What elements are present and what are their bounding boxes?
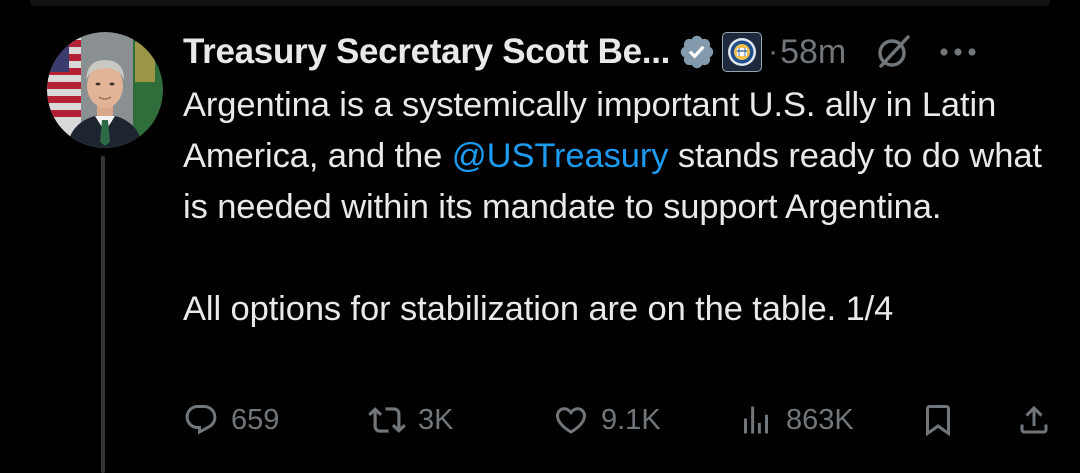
tweet-header: Treasury Secretary Scott Be... · 58m: [183, 26, 1060, 78]
separator-dot: ·: [768, 35, 779, 68]
like-button[interactable]: 9.1K: [553, 396, 661, 444]
top-edge: [30, 0, 1050, 6]
reply-button[interactable]: 659: [183, 396, 279, 444]
verified-badge-icon[interactable]: [678, 33, 716, 71]
like-icon: [555, 407, 587, 434]
more-icon[interactable]: [936, 42, 980, 62]
reply-count: 659: [231, 403, 280, 436]
action-bar: 659 3K 9.1K 863K: [183, 396, 1053, 444]
timestamp[interactable]: 58m: [780, 33, 846, 72]
tweet-paragraph-1: Argentina is a systemically important U.…: [183, 80, 1053, 233]
mention-link[interactable]: @USTreasury: [452, 137, 669, 175]
avatar[interactable]: [47, 32, 163, 148]
views-icon: [744, 406, 768, 434]
repost-count: 3K: [418, 403, 454, 436]
bookmark-icon: [926, 405, 950, 437]
repost-icon: [368, 407, 406, 433]
tweet-paragraph-2: All options for stabilization are on the…: [183, 290, 894, 328]
views-count: 863K: [786, 403, 854, 436]
treasury-seal-icon[interactable]: [722, 32, 763, 72]
tweet-text: Argentina is a systemically important U.…: [183, 80, 1053, 335]
thread-line: [101, 156, 105, 473]
share-icon: [1020, 405, 1048, 434]
views-button[interactable]: 863K: [738, 396, 854, 444]
display-name[interactable]: Treasury Secretary Scott Be...: [183, 32, 670, 72]
reply-icon: [185, 405, 217, 435]
bookmark-button[interactable]: [920, 396, 956, 444]
repost-button[interactable]: 3K: [368, 396, 453, 444]
avatar-photo: [47, 32, 163, 148]
like-count: 9.1K: [601, 403, 661, 436]
share-button[interactable]: [1016, 396, 1052, 444]
grok-icon[interactable]: [874, 32, 914, 72]
